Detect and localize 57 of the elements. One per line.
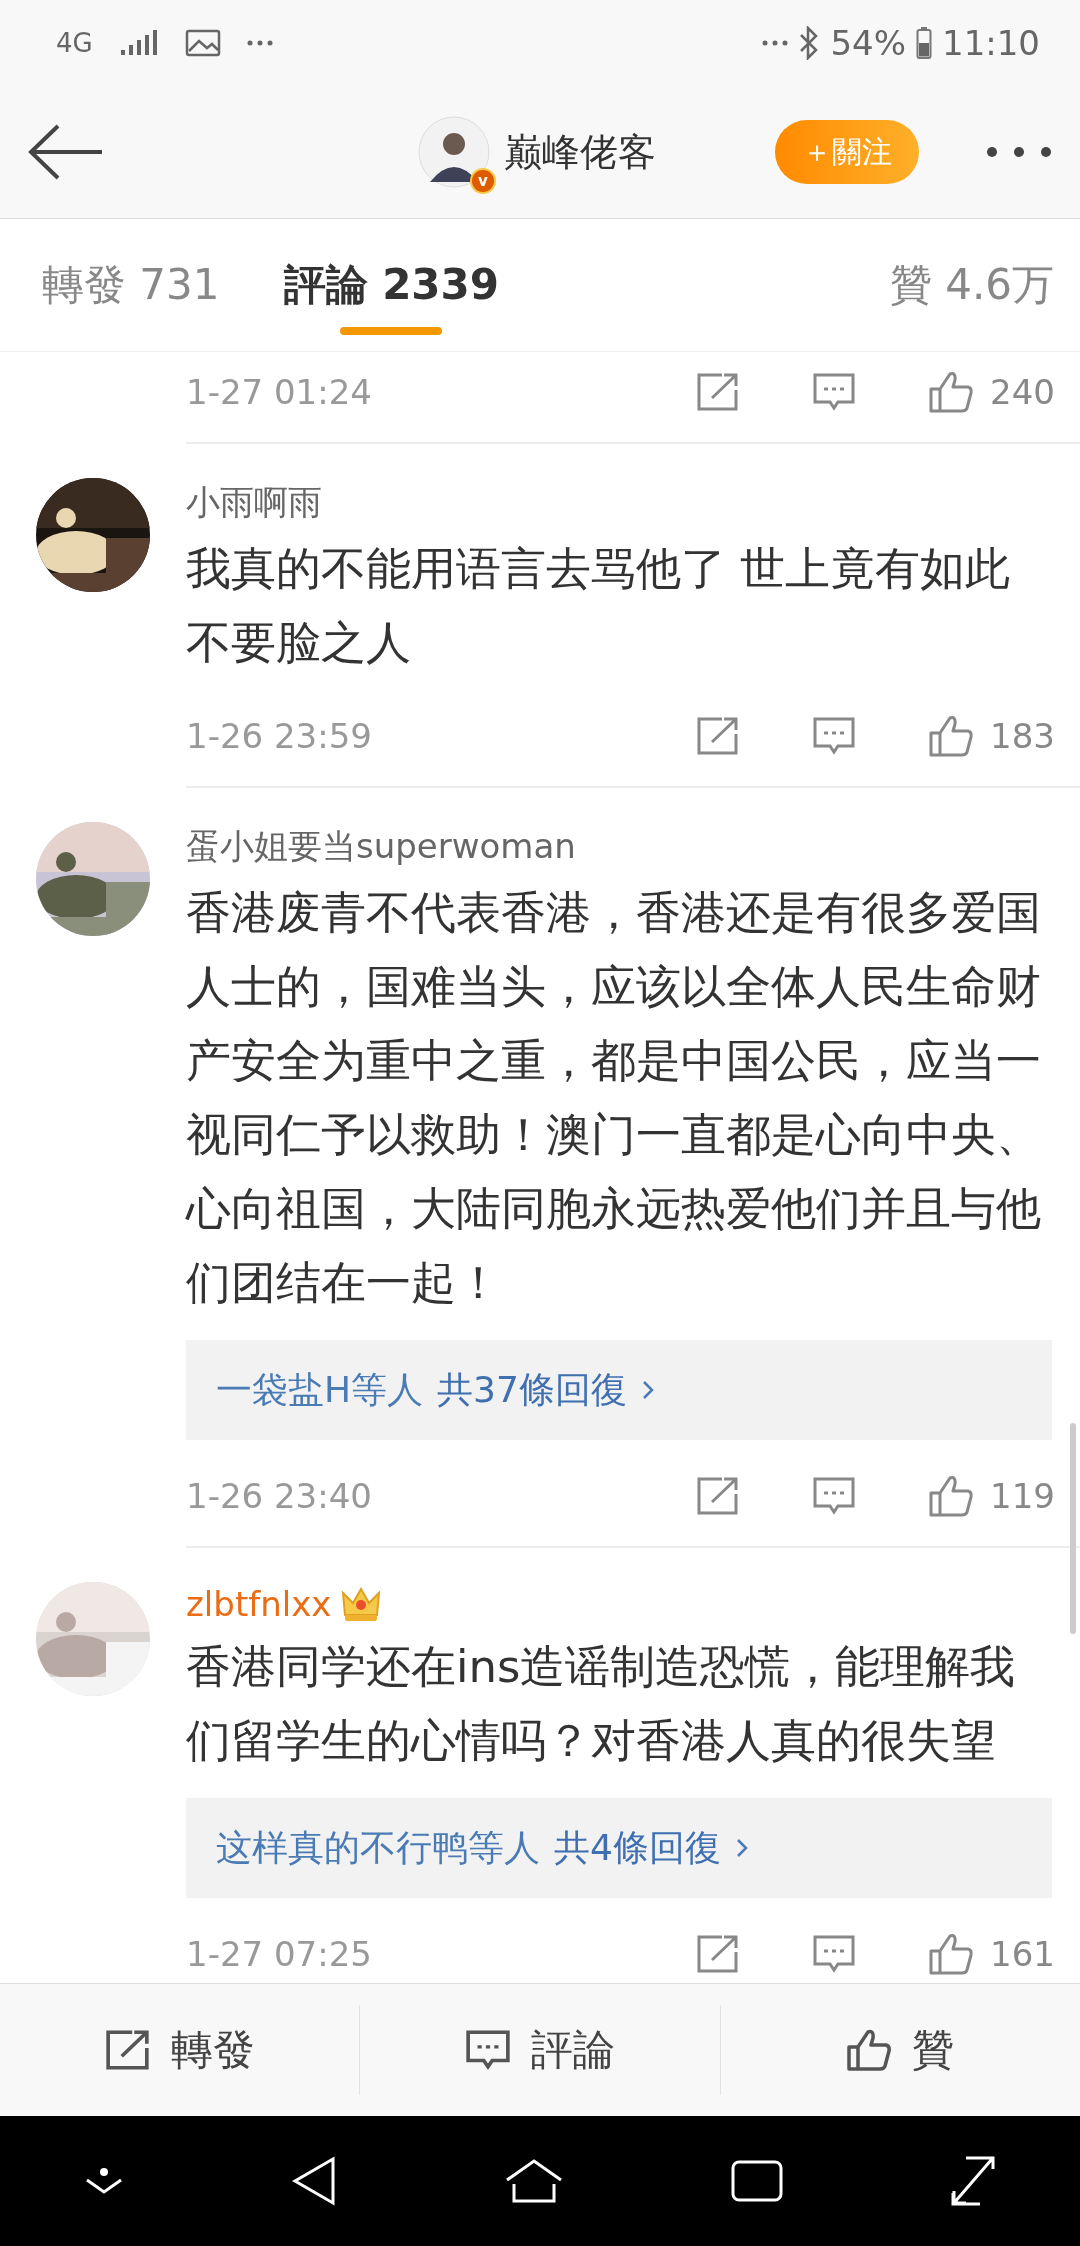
like-count: 183 <box>990 716 1052 756</box>
share-icon[interactable] <box>696 1934 740 1974</box>
back-icon[interactable] <box>290 2156 337 2206</box>
comment-icon[interactable] <box>812 1934 856 1974</box>
thumbs-up-icon[interactable] <box>928 370 974 414</box>
share-icon[interactable] <box>696 1476 740 1516</box>
action-button[interactable]: 評論 <box>359 2005 720 2095</box>
user-avatar-icon <box>418 116 490 188</box>
action-button[interactable]: 贊 <box>719 2005 1080 2095</box>
user-name[interactable]: 蛋小姐要当superwoman <box>186 824 576 870</box>
battery-icon <box>916 26 932 60</box>
comment-icon <box>465 2029 511 2071</box>
recent-apps-icon[interactable] <box>731 2160 784 2202</box>
more-icon <box>762 40 789 46</box>
tab[interactable]: 贊 4.6万 <box>889 219 1054 351</box>
like-count: 240 <box>990 372 1052 412</box>
comment-time: 1-27 07:25 <box>186 1934 373 1974</box>
share-icon <box>104 2029 151 2071</box>
more-icon[interactable] <box>986 146 1052 158</box>
like-count: 119 <box>990 1476 1052 1516</box>
back-arrow-icon[interactable] <box>28 124 104 180</box>
comment-icon[interactable] <box>812 1476 856 1516</box>
chevron-right-icon <box>640 1379 655 1401</box>
expand-icon[interactable] <box>950 2155 997 2207</box>
comment-time: 1-27 01:24 <box>186 372 373 412</box>
comment-text: 我真的不能用语言去骂他了 世上竟有如此不要脸之人 <box>186 541 1012 671</box>
comment-text: 香港同学还在ins造谣制造恐慌，能理解我们留学生的心情吗？对香港人真的很失望 <box>186 1639 1017 1769</box>
comment-text: 香港废青不代表香港，香港还是有很多爱国人士的，国难当头，应该以全体人民生命财产安全为重中之重，都是中国公民，应当一视同仁予以救助！澳门一直都是心向中央、心向祖国，大陆同胞永远热爱他们并且与他们团结在一起！ <box>186 885 1042 1311</box>
clock: 11:10 <box>942 23 1040 63</box>
network-indicator: 4G <box>56 28 93 58</box>
chevron-right-icon <box>734 1837 749 1859</box>
image-icon <box>184 29 221 57</box>
user-name: 巅峰佬客 <box>504 128 656 176</box>
replies-link[interactable]: 这样真的不行鸭等人 共4條回復 <box>186 1798 1052 1898</box>
tab[interactable]: 評論 2339 <box>283 219 500 351</box>
tab[interactable]: 轉發 731 <box>42 219 220 351</box>
like-count: 161 <box>990 1934 1052 1974</box>
comment-time: 1-26 23:40 <box>186 1476 373 1516</box>
signal-icon <box>118 30 159 56</box>
user-name[interactable]: 小雨啊雨 <box>186 480 322 526</box>
comment-icon[interactable] <box>812 372 856 412</box>
user-name[interactable]: zlbtfnlxx <box>186 1584 332 1624</box>
thumbs-up-icon <box>846 2028 893 2072</box>
home-icon[interactable] <box>503 2158 564 2204</box>
action-button[interactable]: 轉發 <box>0 2005 360 2095</box>
share-icon[interactable] <box>696 372 740 412</box>
thumbs-up-icon[interactable] <box>928 1932 974 1976</box>
crown-icon <box>341 1585 382 1623</box>
thumbs-up-icon[interactable] <box>928 714 974 758</box>
thumbs-up-icon[interactable] <box>928 1474 974 1518</box>
more-icon <box>246 40 273 46</box>
verified-badge: v <box>470 168 496 194</box>
comment-time: 1-26 23:59 <box>186 716 373 756</box>
replies-link[interactable]: 一袋盐H等人 共37條回復 <box>186 1340 1052 1440</box>
share-icon[interactable] <box>696 716 740 756</box>
battery-percent: 54% <box>830 23 906 63</box>
comment-icon[interactable] <box>812 716 856 756</box>
